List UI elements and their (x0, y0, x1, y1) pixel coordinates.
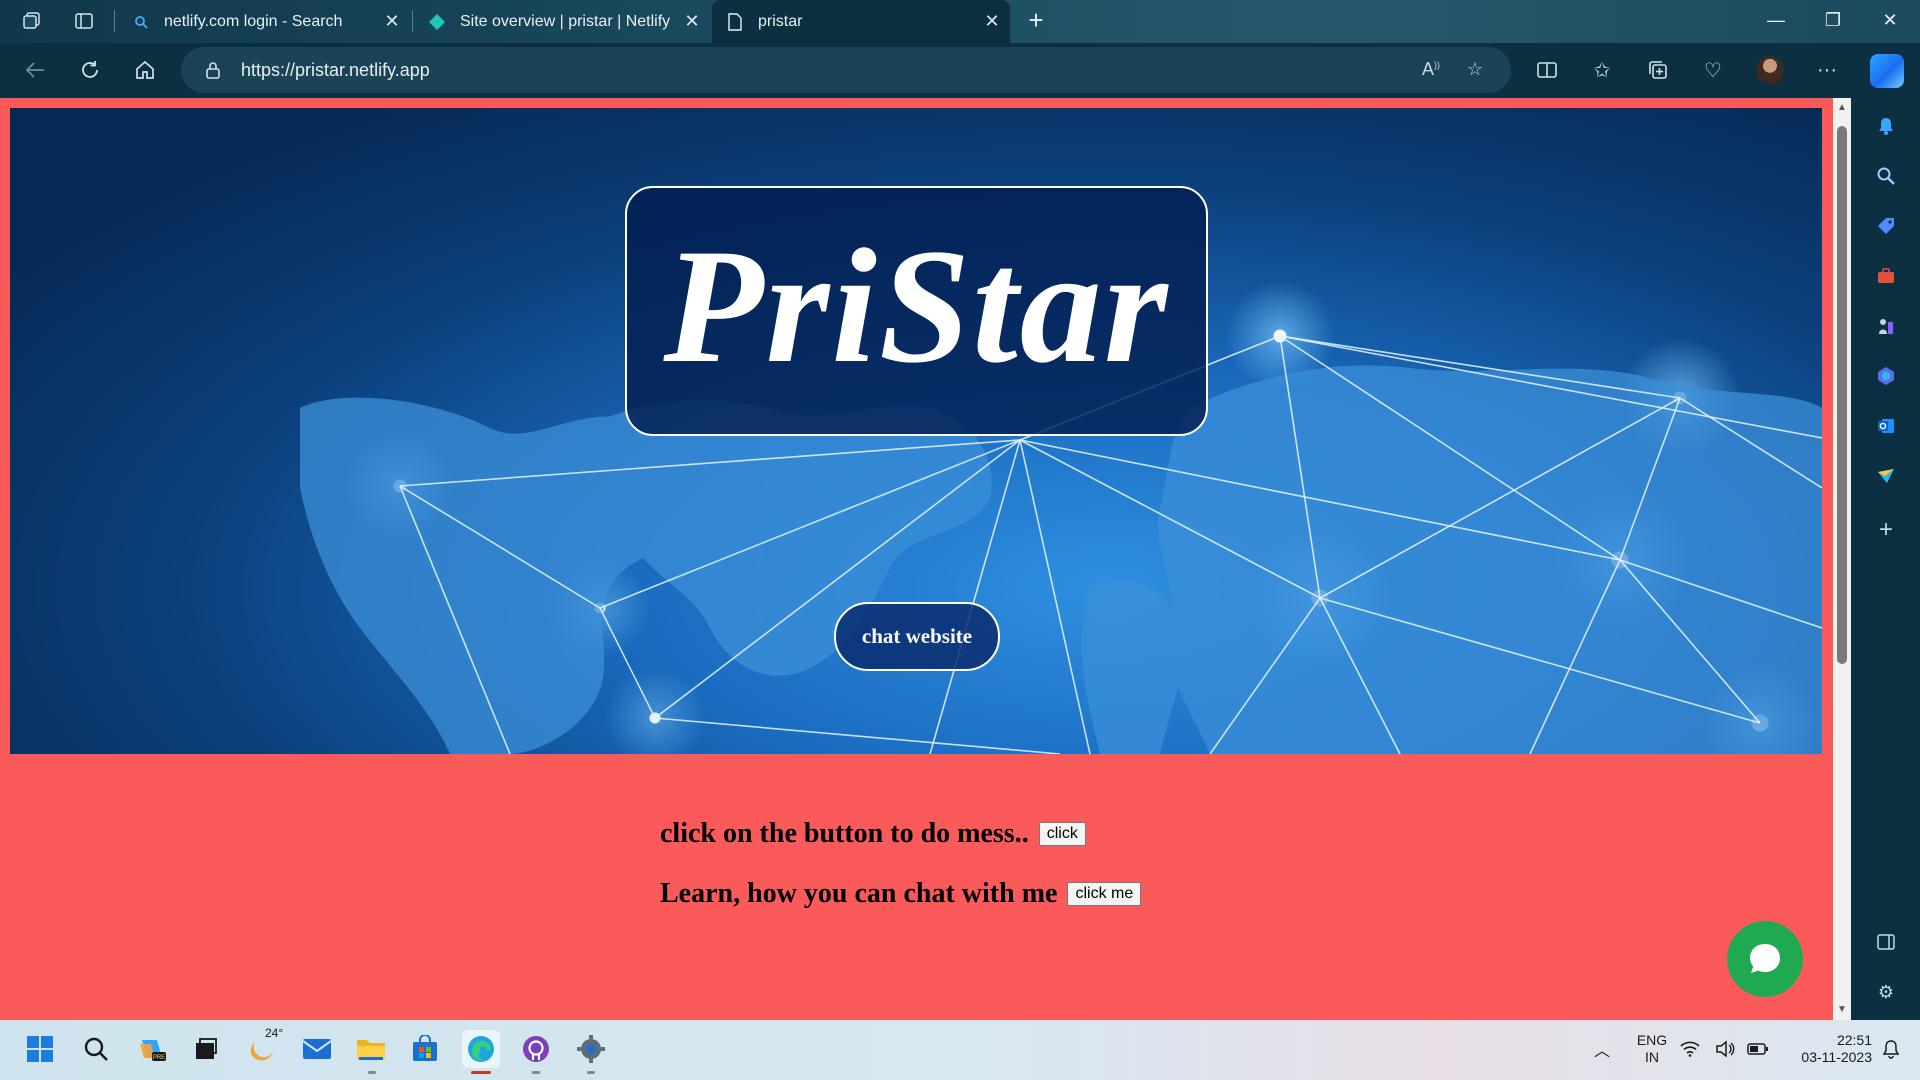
chat-website-button[interactable]: chat website (834, 602, 1000, 671)
workspaces-icon[interactable] (20, 9, 44, 33)
windows-taskbar: PRE 24° ︿ ENG IN 22:51 03-11-2023 (0, 1020, 1920, 1080)
page-icon (726, 12, 744, 31)
file-explorer-icon[interactable] (352, 1030, 390, 1068)
logo-box: PriStar (625, 186, 1208, 436)
clock[interactable]: 22:51 03-11-2023 (1780, 1032, 1872, 1066)
search-icon[interactable] (77, 1030, 115, 1068)
site-logo: PriStar (663, 216, 1170, 397)
page-viewport: PriStar chat website click on the button… (0, 98, 1833, 1020)
close-tab-icon[interactable]: ✕ (980, 11, 1004, 32)
tab-title: Site overview | pristar | Netlify (460, 12, 671, 30)
app-running-indicator (532, 1071, 540, 1074)
url-text[interactable]: https://pristar.netlify.app (241, 60, 430, 81)
region-code: IN (1645, 1049, 1659, 1065)
games-chess-icon[interactable] (1872, 312, 1900, 340)
more-options-icon[interactable]: ··· (1812, 55, 1842, 85)
mail-icon[interactable] (298, 1030, 336, 1068)
learn-chat-row: Learn, how you can chat with me click me (660, 878, 1142, 910)
show-hidden-icons-chevron-up-icon[interactable]: ︿ (1583, 1030, 1621, 1068)
language-code: ENG (1636, 1032, 1668, 1048)
close-tab-icon[interactable]: ✕ (380, 11, 404, 32)
github-icon[interactable] (517, 1030, 555, 1068)
learn-chat-text: Learn, how you can chat with me (660, 878, 1058, 909)
weather-temperature: 24° (265, 1026, 284, 1040)
split-screen-icon[interactable] (1532, 55, 1562, 85)
favorites-icon[interactable]: ✩ (1587, 55, 1617, 85)
sidebar-settings-gear-icon[interactable]: ⚙ (1872, 978, 1900, 1006)
netlify-icon (428, 13, 446, 31)
shopping-tag-icon[interactable] (1872, 212, 1900, 240)
tab-pristar[interactable]: pristar ✕ (712, 0, 1010, 43)
new-tab-button[interactable]: + (1020, 4, 1052, 38)
tab-netlify-search[interactable]: netlify.com login - Search ✕ (118, 0, 410, 43)
app-running-indicator (587, 1071, 595, 1074)
lock-icon[interactable] (203, 60, 223, 80)
tools-toolbox-icon[interactable] (1872, 262, 1900, 290)
vertical-tabs-icon[interactable] (72, 9, 96, 33)
tab-title: pristar (758, 12, 803, 30)
address-bar[interactable]: https://pristar.netlify.app A)) ☆ (181, 47, 1511, 93)
wifi-icon[interactable] (1678, 1030, 1702, 1068)
hero-banner: PriStar chat website (10, 108, 1822, 754)
home-icon[interactable] (130, 55, 160, 85)
click-button[interactable]: click (1038, 822, 1086, 846)
chat-bubble-icon (1750, 944, 1780, 973)
chat-widget-button[interactable] (1727, 921, 1803, 997)
active-app-indicator (471, 1071, 491, 1074)
add-sidebar-app-icon[interactable]: + (1872, 516, 1900, 544)
language-indicator[interactable]: ENG IN (1632, 1032, 1672, 1066)
tab-netlify-site-overview[interactable]: Site overview | pristar | Netlify ✕ (414, 0, 710, 43)
favorite-star-icon[interactable]: ☆ (1463, 59, 1487, 83)
search-icon (132, 13, 150, 31)
battery-icon[interactable] (1745, 1030, 1771, 1068)
scroll-down-arrow-icon[interactable]: ▼ (1836, 1004, 1848, 1016)
clock-date: 03-11-2023 (1801, 1049, 1872, 1065)
app-running-indicator (368, 1071, 376, 1074)
edge-browser-icon[interactable] (462, 1030, 500, 1068)
back-icon[interactable] (20, 55, 50, 85)
edge-sidebar: + ⚙ (1851, 98, 1920, 1020)
close-window-button[interactable]: ✕ (1862, 0, 1918, 40)
outlook-icon[interactable] (1872, 412, 1900, 440)
notification-bell-icon[interactable] (1876, 1030, 1906, 1068)
browser-toolbar: https://pristar.netlify.app A)) ☆ ✩ ♡ ··… (0, 43, 1920, 98)
copilot-preview-icon[interactable]: PRE (133, 1030, 171, 1068)
send-drop-icon[interactable] (1872, 462, 1900, 490)
microsoft-store-icon[interactable] (406, 1030, 444, 1068)
maximize-button[interactable]: ❐ (1805, 0, 1861, 40)
windows-start-icon[interactable] (21, 1030, 59, 1068)
profile-avatar[interactable] (1756, 56, 1784, 84)
collections-icon[interactable] (1643, 55, 1673, 85)
task-view-icon[interactable] (187, 1030, 225, 1068)
browser-title-bar: netlify.com login - Search ✕ Site overvi… (0, 0, 1920, 43)
mess-text: click on the button to do mess.. (660, 818, 1029, 849)
notifications-bell-icon[interactable] (1872, 112, 1900, 140)
read-aloud-icon[interactable]: A)) (1419, 59, 1443, 83)
mess-row: click on the button to do mess.. click (660, 818, 1086, 850)
refresh-icon[interactable] (75, 55, 105, 85)
settings-gear-icon[interactable] (572, 1030, 610, 1068)
weather-widget-icon[interactable]: 24° (243, 1026, 283, 1068)
hide-sidebar-icon[interactable] (1872, 928, 1900, 956)
close-tab-icon[interactable]: ✕ (680, 11, 704, 32)
scrollbar-thumb[interactable] (1837, 126, 1847, 664)
search-icon[interactable] (1872, 162, 1900, 190)
minimize-button[interactable]: — (1748, 0, 1804, 40)
tab-title: netlify.com login - Search (164, 12, 343, 30)
browser-essentials-icon[interactable]: ♡ (1698, 55, 1728, 85)
microsoft-365-icon[interactable] (1872, 362, 1900, 390)
scroll-up-arrow-icon[interactable]: ▲ (1836, 102, 1848, 114)
click-me-button[interactable]: click me (1067, 882, 1142, 906)
svg-text:PRE: PRE (153, 1055, 165, 1061)
clock-time: 22:51 (1836, 1032, 1872, 1048)
copilot-icon[interactable] (1870, 54, 1904, 88)
volume-icon[interactable] (1713, 1030, 1737, 1068)
page-scrollbar[interactable]: ▲ ▼ (1833, 98, 1851, 1020)
